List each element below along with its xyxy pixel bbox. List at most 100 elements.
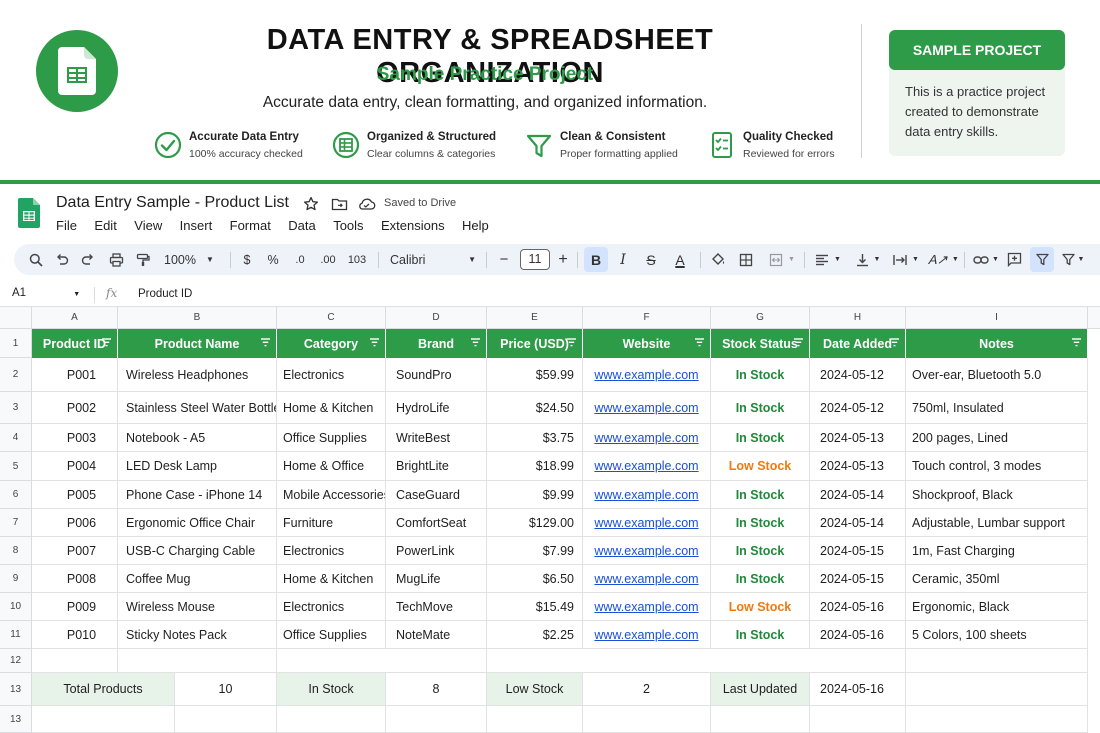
cell-brand[interactable]: TechMove — [386, 593, 487, 621]
row-header[interactable]: 1 — [0, 329, 32, 358]
cell-price[interactable]: $6.50 — [487, 565, 583, 593]
row-header[interactable]: 11 — [0, 621, 32, 649]
horizontal-align-button[interactable]: ▼ — [812, 244, 844, 275]
cell-date[interactable]: 2024-05-13 — [810, 452, 906, 481]
cell-category[interactable]: Home & Kitchen — [277, 565, 386, 593]
merge-cells-button[interactable]: ▼ — [766, 244, 798, 275]
column-header-d[interactable]: D — [386, 307, 487, 329]
cell-brand[interactable]: CaseGuard — [386, 481, 487, 509]
website-link[interactable]: www.example.com — [594, 459, 698, 473]
menu-edit[interactable]: Edit — [94, 218, 116, 233]
row-header[interactable]: 5 — [0, 452, 32, 481]
cell-category[interactable]: Electronics — [277, 358, 386, 392]
summary-total-value[interactable]: 10 — [175, 673, 277, 706]
menu-insert[interactable]: Insert — [180, 218, 213, 233]
column-header-e[interactable]: E — [487, 307, 583, 329]
zoom-select[interactable]: 100% ▼ — [164, 244, 220, 275]
column-filter-icon[interactable] — [566, 337, 577, 348]
menu-data[interactable]: Data — [288, 218, 315, 233]
cell-stock[interactable]: Low Stock — [711, 593, 810, 621]
summary-in-stock-value[interactable]: 8 — [386, 673, 487, 706]
increase-decimal-button[interactable]: .00 — [316, 244, 340, 275]
row-header[interactable]: 12 — [0, 649, 32, 673]
redo-button[interactable] — [78, 244, 98, 275]
name-box[interactable]: A1 ▼ — [12, 287, 80, 299]
cell-notes[interactable]: Touch control, 3 modes — [906, 452, 1088, 481]
column-filter-icon[interactable] — [101, 337, 112, 348]
menu-extensions[interactable]: Extensions — [381, 218, 445, 233]
cell-stock[interactable]: In Stock — [711, 392, 810, 424]
bold-button[interactable]: B — [584, 247, 608, 272]
column-header-g[interactable]: G — [711, 307, 810, 329]
cell-date[interactable]: 2024-05-14 — [810, 481, 906, 509]
more-formats-button[interactable]: 103 — [344, 244, 370, 275]
undo-button[interactable] — [52, 244, 72, 275]
cell-id[interactable]: P001 — [32, 358, 118, 392]
cloud-saved-icon[interactable] — [357, 196, 376, 212]
website-link[interactable]: www.example.com — [594, 544, 698, 558]
cell-stock[interactable]: In Stock — [711, 424, 810, 452]
empty-cell[interactable] — [906, 673, 1088, 706]
cell-date[interactable]: 2024-05-15 — [810, 565, 906, 593]
summary-updated-label[interactable]: Last Updated — [711, 673, 810, 706]
cell-id[interactable]: P006 — [32, 509, 118, 537]
cell-stock[interactable]: In Stock — [711, 621, 810, 649]
decrease-font-size-button[interactable]: − — [496, 244, 512, 275]
cell-name[interactable]: Sticky Notes Pack — [118, 621, 277, 649]
currency-format-button[interactable]: $ — [238, 244, 256, 275]
move-folder-icon[interactable] — [331, 196, 348, 212]
cell-id[interactable]: P004 — [32, 452, 118, 481]
cell-category[interactable]: Home & Office — [277, 452, 386, 481]
cell-brand[interactable]: MugLife — [386, 565, 487, 593]
row-header[interactable]: 13 — [0, 673, 32, 706]
cell-website[interactable]: www.example.com — [583, 537, 711, 565]
cell-price[interactable]: $15.49 — [487, 593, 583, 621]
cell-category[interactable]: Office Supplies — [277, 424, 386, 452]
italic-button[interactable]: I — [613, 244, 633, 275]
cell-category[interactable]: Furniture — [277, 509, 386, 537]
menu-view[interactable]: View — [134, 218, 162, 233]
menu-help[interactable]: Help — [462, 218, 489, 233]
column-filter-icon[interactable] — [470, 337, 481, 348]
column-filter-icon[interactable] — [369, 337, 380, 348]
cell-date[interactable]: 2024-05-12 — [810, 358, 906, 392]
column-header-c[interactable]: C — [277, 307, 386, 329]
cell-id[interactable]: P010 — [32, 621, 118, 649]
column-header-h[interactable]: H — [810, 307, 906, 329]
cell-website[interactable]: www.example.com — [583, 509, 711, 537]
row-header[interactable]: 13 — [0, 706, 32, 733]
cell-name[interactable]: Notebook - A5 — [118, 424, 277, 452]
menu-file[interactable]: File — [56, 218, 77, 233]
summary-total-label[interactable]: Total Products — [32, 673, 175, 706]
header-cell-category[interactable]: Category — [277, 329, 386, 358]
column-filter-icon[interactable] — [1071, 337, 1082, 348]
cell-website[interactable]: www.example.com — [583, 392, 711, 424]
cell-name[interactable]: Stainless Steel Water Bottle — [118, 392, 277, 424]
cell-website[interactable]: www.example.com — [583, 565, 711, 593]
cell-date[interactable]: 2024-05-14 — [810, 509, 906, 537]
header-cell-website[interactable]: Website — [583, 329, 711, 358]
cell-id[interactable]: P007 — [32, 537, 118, 565]
empty-cell[interactable] — [118, 649, 277, 673]
cell-price[interactable]: $24.50 — [487, 392, 583, 424]
website-link[interactable]: www.example.com — [594, 572, 698, 586]
cell-website[interactable]: www.example.com — [583, 593, 711, 621]
cell-notes[interactable]: 750ml, Insulated — [906, 392, 1088, 424]
cell-notes[interactable]: Shockproof, Black — [906, 481, 1088, 509]
website-link[interactable]: www.example.com — [594, 431, 698, 445]
empty-cell[interactable] — [386, 706, 487, 733]
summary-low-stock-value[interactable]: 2 — [583, 673, 711, 706]
select-all-corner[interactable] — [0, 307, 32, 329]
column-filter-icon[interactable] — [260, 337, 271, 348]
cell-price[interactable]: $7.99 — [487, 537, 583, 565]
header-cell-stock[interactable]: Stock Status — [711, 329, 810, 358]
text-wrapping-button[interactable]: ▼ — [890, 244, 922, 275]
cell-notes[interactable]: 200 pages, Lined — [906, 424, 1088, 452]
empty-cell[interactable] — [175, 706, 277, 733]
cell-website[interactable]: www.example.com — [583, 358, 711, 392]
cell-brand[interactable]: NoteMate — [386, 621, 487, 649]
cell-website[interactable]: www.example.com — [583, 481, 711, 509]
cell-category[interactable]: Home & Kitchen — [277, 392, 386, 424]
create-filter-button[interactable] — [1030, 247, 1054, 272]
font-select[interactable]: Calibri ▼ — [390, 244, 476, 275]
